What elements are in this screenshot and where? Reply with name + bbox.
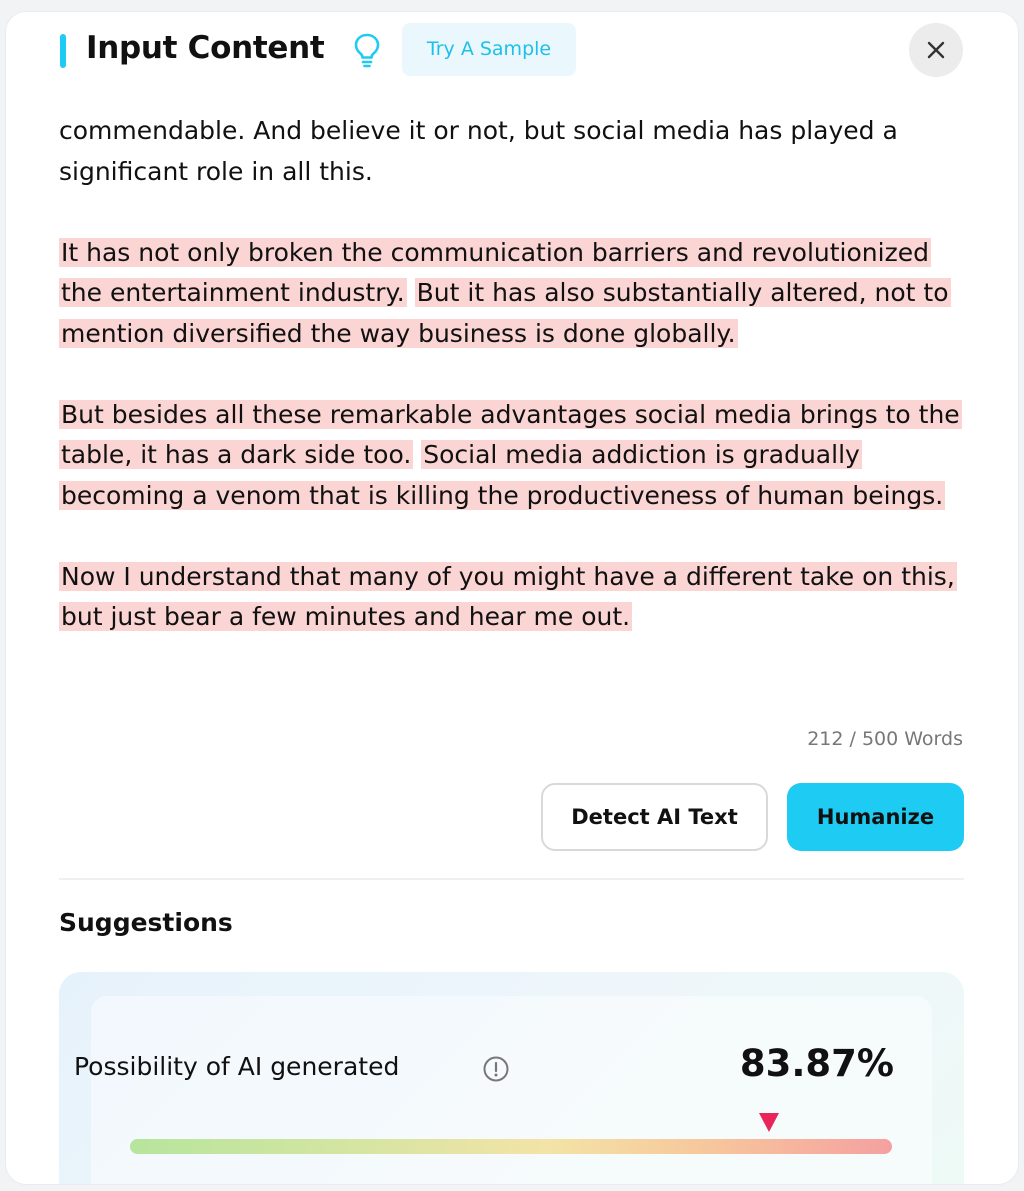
panel-header: Input Content Try A Sample	[6, 12, 1018, 92]
ai-percentage: 83.87%	[739, 1042, 894, 1085]
ai-highlighted-sentence: Now I understand that many of you might …	[59, 561, 957, 631]
paragraph: But besides all these remarkable advanta…	[59, 395, 969, 517]
paragraph: commendable. And believe it or not, but …	[59, 111, 969, 192]
paragraph: Now I understand that many of you might …	[59, 557, 969, 638]
score-marker-icon	[757, 1110, 781, 1134]
humanize-button[interactable]: Humanize	[787, 783, 964, 851]
paragraph: It has not only broken the communication…	[59, 233, 969, 355]
input-content-panel: Input Content Try A Sample commendable. …	[6, 12, 1018, 1184]
ai-possibility-label: Possibility of AI generated	[74, 1052, 400, 1081]
word-count: 212 / 500 Words	[807, 728, 963, 750]
suggestions-title: Suggestions	[59, 908, 233, 937]
ai-score-meter	[130, 1139, 892, 1154]
divider	[59, 878, 964, 880]
detect-ai-text-button[interactable]: Detect AI Text	[541, 783, 768, 851]
close-button[interactable]	[909, 23, 963, 77]
text-segment: commendable. And believe it or not, but …	[59, 116, 898, 186]
panel-title: Input Content	[86, 30, 325, 66]
info-icon[interactable]	[482, 1055, 510, 1083]
text-editor[interactable]: commendable. And believe it or not, but …	[59, 111, 969, 638]
text-segment	[407, 278, 415, 307]
close-icon	[927, 41, 945, 59]
accent-bar	[60, 34, 66, 68]
lightbulb-icon[interactable]	[352, 32, 382, 68]
try-sample-button[interactable]: Try A Sample	[402, 23, 576, 76]
ai-score-card	[91, 996, 932, 1184]
